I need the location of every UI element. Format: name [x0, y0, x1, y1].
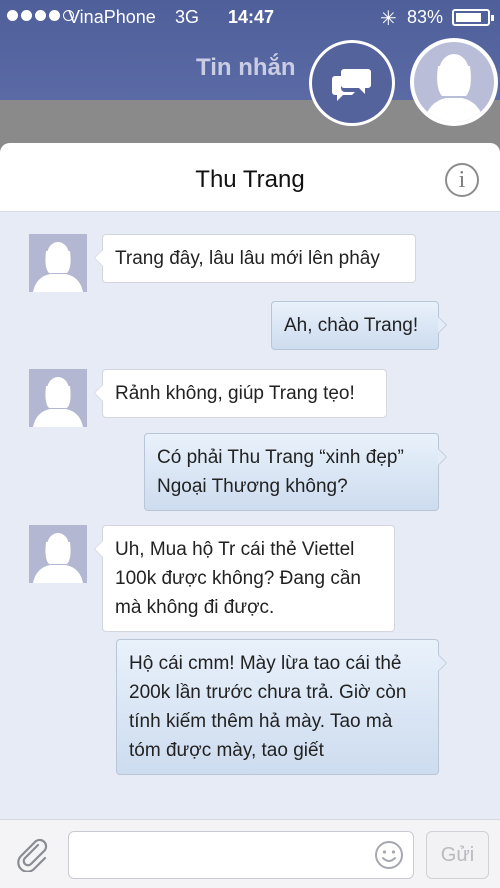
message-composer: Gửi — [0, 819, 500, 888]
message-bubble-incoming: Trang đây, lâu lâu mới lên phây — [94, 234, 416, 283]
sender-avatar — [29, 234, 87, 292]
message-line: mà không đi được. — [115, 597, 275, 618]
avatar-silhouette-svg — [424, 54, 484, 122]
user-silhouette-icon — [33, 242, 83, 292]
message-line: Rảnh không, giúp Trang tẹo! — [115, 383, 355, 404]
message-line: 200k lần trước chưa trả. Giờ còn — [129, 682, 407, 703]
chat-bubbles-icon — [332, 69, 371, 101]
network-type: 3G — [175, 7, 200, 27]
message-line: Ah, chào Trang! — [284, 315, 419, 336]
message-bubble-outgoing: Ah, chào Trang! — [271, 301, 447, 350]
user-silhouette-icon — [33, 533, 83, 583]
user-silhouette-icon — [33, 377, 83, 427]
carrier-name: VinaPhone — [68, 7, 156, 27]
message-bubble-incoming: Uh, Mua hộ Tr cái thẻ Viettel 100k được … — [94, 525, 395, 632]
profile-avatar[interactable] — [410, 38, 498, 126]
message-line: 100k được không? Đang cần — [115, 568, 361, 589]
message-bubble-incoming: Rảnh không, giúp Trang tẹo! — [94, 369, 387, 418]
activity-spinner-icon: ✳ — [380, 8, 397, 30]
battery-icon — [452, 9, 494, 26]
message-line: Hộ cái cmm! Mày lừa tao cái thẻ — [129, 653, 402, 674]
sender-avatar — [29, 369, 87, 427]
signal-dot — [21, 10, 32, 21]
battery-tip — [491, 15, 494, 21]
smiley-icon[interactable] — [374, 840, 404, 875]
message-line: tính kiếm thêm hả mày. Tao mà — [129, 711, 393, 732]
message-bubble-outgoing: Hộ cái cmm! Mày lừa tao cái thẻ 200k lần… — [116, 639, 447, 775]
chat-header: Thu Trang i — [0, 143, 500, 212]
page-title: Tin nhắn — [196, 54, 296, 81]
message-bubble-outgoing: Có phải Thu Trang “xinh đẹp” Ngoại Thươn… — [144, 433, 447, 511]
signal-dot — [35, 10, 46, 21]
contact-name: Thu Trang — [195, 166, 305, 193]
chat-list-button[interactable] — [309, 40, 395, 126]
signal-strength-icon — [7, 10, 74, 21]
sender-avatar — [29, 525, 87, 583]
battery-fill — [456, 13, 481, 22]
chat-window: Thu Trang i Trang đây, lâu lâu mới lên p… — [0, 143, 500, 888]
message-input[interactable] — [68, 831, 414, 879]
status-bar: VinaPhone 3G 14:47 ✳ 83% — [0, 0, 500, 34]
info-button[interactable]: i — [445, 163, 479, 197]
message-line: tóm được mày, tao giết — [129, 740, 324, 761]
signal-dot — [49, 10, 60, 21]
signal-dot — [7, 10, 18, 21]
message-line: Trang đây, lâu lâu mới lên phây — [115, 248, 380, 269]
message-line: Có phải Thu Trang “xinh đẹp” — [157, 447, 404, 468]
message-line: Uh, Mua hộ Tr cái thẻ Viettel — [115, 539, 355, 560]
paperclip-icon[interactable] — [16, 838, 50, 877]
user-silhouette-icon — [414, 42, 494, 122]
battery-percentage: 83% — [407, 7, 444, 27]
send-button[interactable]: Gửi — [426, 831, 489, 879]
status-time: 14:47 — [228, 7, 275, 27]
message-line: Ngoại Thương không? — [157, 476, 348, 497]
